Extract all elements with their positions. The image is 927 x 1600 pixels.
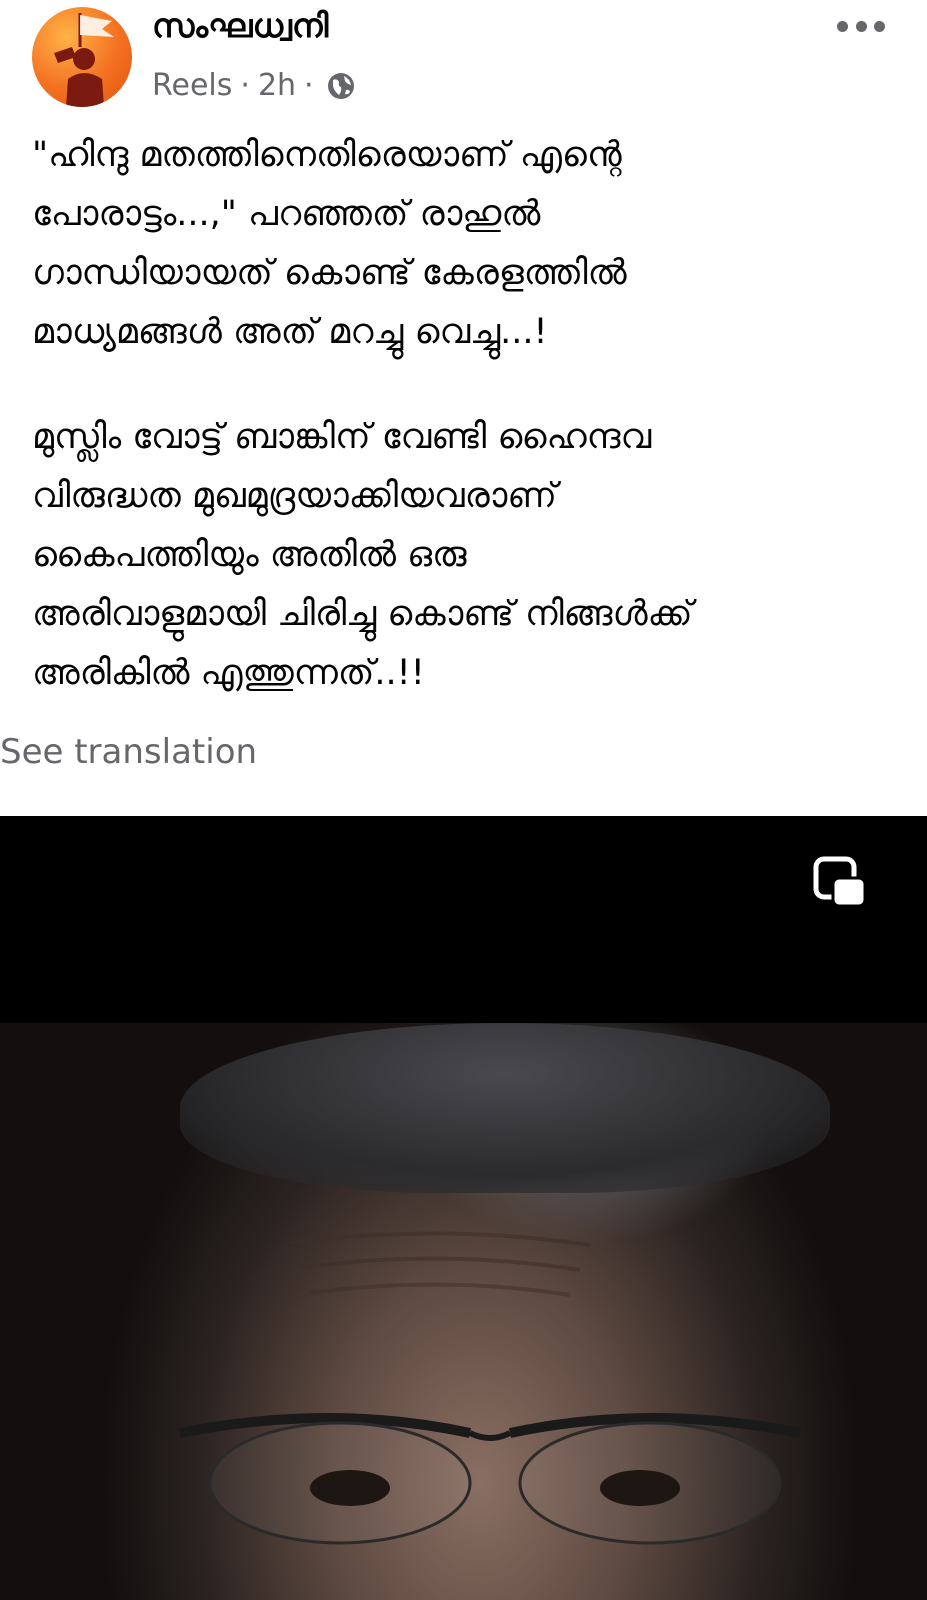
video-letterbox bbox=[0, 816, 927, 1023]
post-header: സംഘധ്വനി Reels · 2h · bbox=[0, 0, 927, 112]
avatar-figure-icon bbox=[54, 13, 114, 107]
caption-paragraph: "ഹിന്ദു മതത്തിനെതിരെയാണ് എന്റെ പോരാട്ടം.… bbox=[32, 135, 627, 352]
video-subject-glasses bbox=[179, 1413, 801, 1545]
meta-separator: · bbox=[304, 68, 314, 103]
post-caption: "ഹിന്ദു മതത്തിനെതിരെയാണ് എന്റെ പോരാട്ടം.… bbox=[32, 126, 912, 703]
caption-paragraph: മുസ്ലിം വോട്ട് ബാങ്കിന് വേണ്ടി ഹൈന്ദവ വി… bbox=[32, 417, 693, 693]
picture-in-picture-icon[interactable] bbox=[813, 856, 867, 910]
page-avatar[interactable] bbox=[32, 7, 132, 107]
more-options-icon[interactable] bbox=[837, 14, 885, 38]
meta-separator: · bbox=[240, 68, 250, 103]
reel-video[interactable] bbox=[0, 816, 927, 1600]
video-subject-forehead bbox=[289, 1231, 591, 1297]
video-subject-hair bbox=[180, 1023, 830, 1193]
post-time[interactable]: 2h bbox=[258, 68, 296, 103]
see-translation-link[interactable]: See translation bbox=[0, 732, 257, 772]
post-type: Reels bbox=[152, 68, 233, 103]
video-frame bbox=[0, 1023, 927, 1600]
globe-icon bbox=[326, 71, 356, 101]
author-name[interactable]: സംഘധ്വനി bbox=[152, 6, 328, 46]
post-meta: Reels · 2h · bbox=[152, 68, 356, 103]
